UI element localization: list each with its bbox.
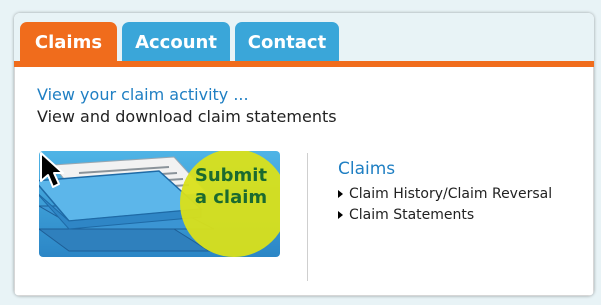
subtitle-text: View and download claim statements	[37, 107, 337, 126]
tab-content: View your claim activity ... View and do…	[14, 67, 594, 296]
tab-account[interactable]: Account	[122, 22, 230, 62]
claim-history-label: Claim History/Claim Reversal	[349, 185, 553, 202]
claim-activity-link[interactable]: View your claim activity ...	[37, 85, 249, 104]
tab-bar: Claims Account Contact	[14, 13, 594, 62]
claims-widget: Claims Account Contact View your claim a…	[14, 13, 594, 296]
tab-claims[interactable]: Claims	[20, 22, 117, 62]
submit-claim-banner[interactable]: Submit a claim	[39, 151, 280, 257]
bullet-arrow-icon	[338, 210, 343, 219]
submit-line-2: a claim	[194, 187, 268, 208]
claim-statements-link[interactable]: Claim Statements	[338, 204, 552, 225]
claim-statements-label: Claim Statements	[349, 206, 475, 223]
mouse-pointer-icon	[40, 152, 64, 188]
claim-history-link[interactable]: Claim History/Claim Reversal	[338, 183, 552, 204]
submit-claim-text: Submit a claim	[189, 165, 273, 209]
claims-heading-link[interactable]: Claims	[338, 159, 395, 179]
submit-line-1: Submit	[194, 165, 268, 186]
vertical-divider	[307, 153, 308, 281]
claims-link-list: Claim History/Claim Reversal Claim State…	[338, 183, 552, 225]
bullet-arrow-icon	[338, 189, 343, 198]
tab-contact[interactable]: Contact	[235, 22, 339, 62]
